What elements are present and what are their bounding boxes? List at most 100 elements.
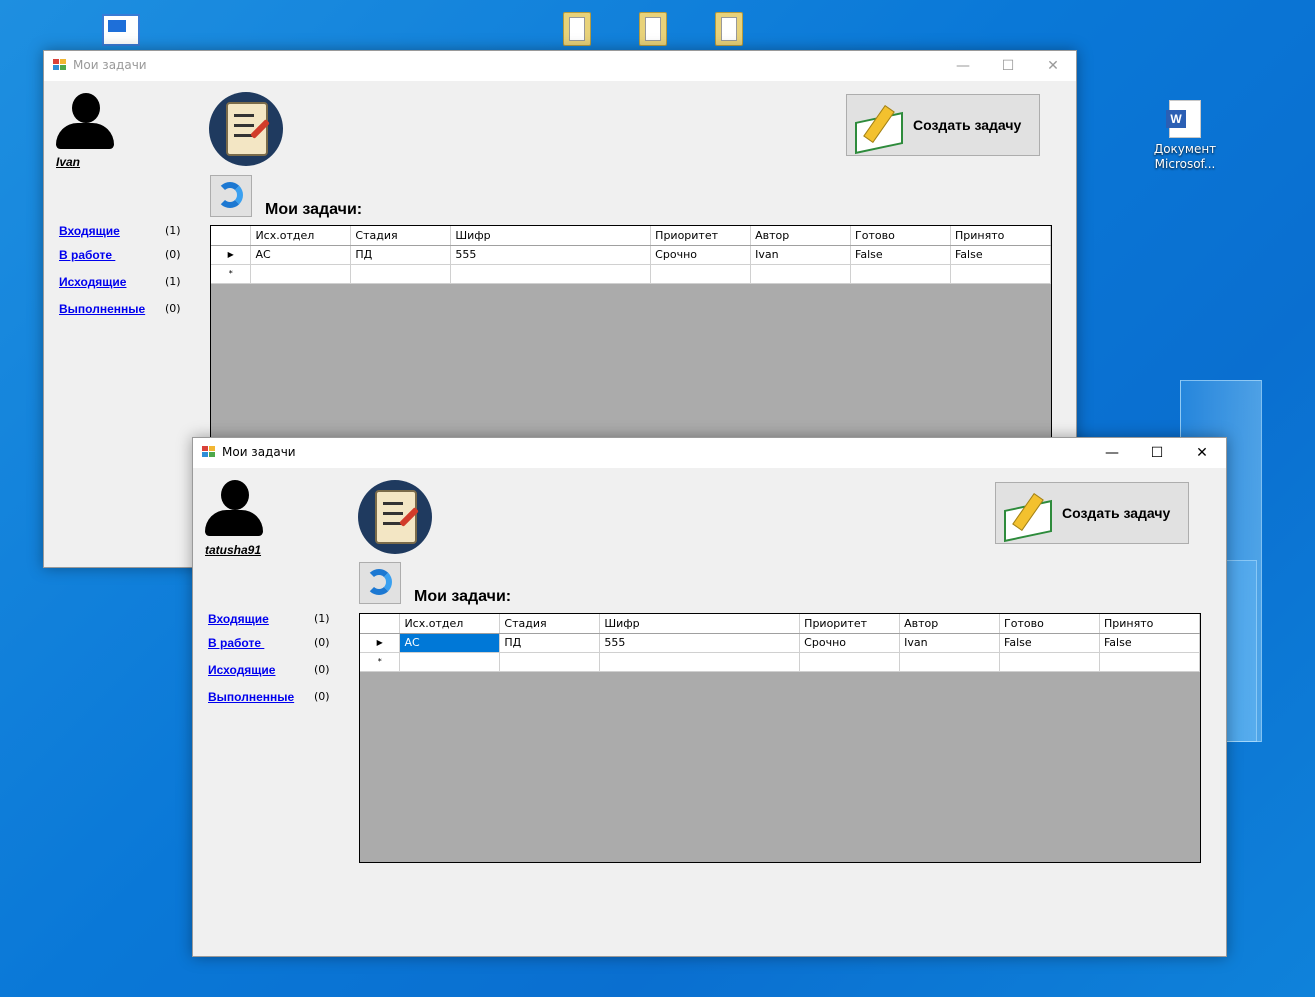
folder-icon[interactable] [563, 12, 591, 46]
create-task-label: Создать задачу [913, 117, 1022, 133]
grid-corner-header[interactable] [211, 226, 252, 246]
column-header[interactable]: Приоритет [650, 226, 752, 246]
grid-cell[interactable]: ПД [499, 633, 601, 653]
title-bar[interactable]: Мои задачи — ☐ ✕ [44, 51, 1076, 81]
grid-cell[interactable]: Ivan [750, 245, 852, 265]
title-bar[interactable]: Мои задачи — ☐ ✕ [193, 438, 1226, 468]
grid-cell[interactable] [399, 652, 501, 672]
grid-cell[interactable] [450, 264, 652, 284]
grid-cell[interactable] [499, 652, 601, 672]
table-row[interactable]: ▶ АС ПД 555 Срочно Ivan False False [360, 633, 1200, 653]
grid-cell[interactable]: False [850, 245, 951, 265]
grid-cell[interactable] [599, 652, 801, 672]
grid-cell[interactable]: False [1099, 633, 1200, 653]
grid-cell[interactable]: 555 [450, 245, 652, 265]
column-header[interactable]: Автор [899, 614, 1001, 634]
grid-cell[interactable] [650, 264, 752, 284]
grid-cell[interactable] [750, 264, 852, 284]
column-header[interactable]: Стадия [499, 614, 601, 634]
create-task-label: Создать задачу [1062, 505, 1171, 521]
column-header[interactable]: Исх.отдел [399, 614, 501, 634]
grid-cell[interactable] [899, 652, 1001, 672]
nav-link-incoming[interactable]: Входящие [208, 612, 269, 626]
nav-link-completed[interactable]: Выполненные [59, 302, 145, 316]
refresh-button[interactable] [210, 175, 252, 217]
new-row[interactable]: * [211, 264, 1051, 284]
grid-cell[interactable] [1099, 652, 1200, 672]
row-header-new-icon[interactable]: * [360, 652, 401, 672]
grid-cell[interactable] [250, 264, 352, 284]
grid-cell[interactable]: Срочно [650, 245, 752, 265]
grid-cell-selected[interactable]: АС [399, 633, 501, 653]
close-button[interactable]: ✕ [1179, 438, 1225, 468]
folder-icon[interactable] [639, 12, 667, 46]
section-title: Мои задачи: [265, 201, 363, 218]
nav-count-incoming: (1) [314, 612, 330, 625]
nav-count-outgoing: (0) [314, 663, 330, 676]
grid-cell[interactable] [950, 264, 1051, 284]
username-label[interactable]: Ivan [56, 155, 80, 169]
refresh-icon [217, 182, 243, 208]
word-doc-icon: W [1166, 100, 1201, 138]
grid-cell[interactable]: 555 [599, 633, 801, 653]
user-avatar-icon [205, 480, 263, 538]
nav-link-outgoing[interactable]: Исходящие [59, 275, 126, 289]
user-avatar-icon [56, 93, 114, 151]
grid-cell[interactable] [999, 652, 1100, 672]
username-label[interactable]: tatusha91 [205, 543, 261, 557]
desktop-wallpaper-light-2 [1225, 560, 1257, 742]
grid-cell[interactable]: Ivan [899, 633, 1001, 653]
folder-icon[interactable] [715, 12, 743, 46]
nav-count-outgoing: (1) [165, 275, 181, 288]
row-header-current-icon[interactable]: ▶ [360, 633, 401, 653]
grid-cell[interactable] [799, 652, 901, 672]
nav-count-completed: (0) [165, 302, 181, 315]
grid-cell[interactable]: ПД [350, 245, 452, 265]
tasks-grid[interactable]: Исх.отдел Стадия Шифр Приоритет Автор Го… [359, 613, 1201, 863]
word-doc-shortcut[interactable]: W Документ Microsof... [1152, 100, 1218, 172]
nav-link-completed[interactable]: Выполненные [208, 690, 294, 704]
nav-link-in-progress[interactable]: В работе [208, 636, 264, 650]
window-front[interactable]: Мои задачи — ☐ ✕ tatusha91 Входящие (1) … [192, 437, 1227, 957]
nav-link-in-progress[interactable]: В работе [59, 248, 115, 262]
nav-link-outgoing[interactable]: Исходящие [208, 663, 275, 677]
maximize-button[interactable]: ☐ [985, 51, 1031, 81]
grid-cell[interactable]: АС [250, 245, 352, 265]
new-row[interactable]: * [360, 652, 1200, 672]
refresh-button[interactable] [359, 562, 401, 604]
grid-cell[interactable]: False [999, 633, 1100, 653]
column-header[interactable]: Готово [850, 226, 951, 246]
row-header-current-icon[interactable]: ▶ [211, 245, 252, 265]
nav-count-in-progress: (0) [165, 248, 181, 261]
create-task-button[interactable]: Создать задачу [995, 482, 1189, 544]
row-header-new-icon[interactable]: * [211, 264, 252, 284]
grid-cell[interactable] [850, 264, 951, 284]
column-header[interactable]: Принято [1099, 614, 1200, 634]
column-header[interactable]: Приоритет [799, 614, 901, 634]
minimize-button[interactable]: — [940, 51, 986, 81]
column-header[interactable]: Автор [750, 226, 852, 246]
column-header[interactable]: Стадия [350, 226, 452, 246]
maximize-button[interactable]: ☐ [1134, 438, 1180, 468]
grid-cell[interactable] [350, 264, 452, 284]
close-button[interactable]: ✕ [1030, 51, 1076, 81]
nav-count-incoming: (1) [165, 224, 181, 237]
nav-link-incoming[interactable]: Входящие [59, 224, 120, 238]
column-header[interactable]: Готово [999, 614, 1100, 634]
task-scroll-logo-icon [358, 480, 432, 554]
column-header[interactable]: Принято [950, 226, 1051, 246]
window-title: Мои задачи [222, 445, 296, 459]
create-task-book-icon [1002, 491, 1052, 543]
minimize-button[interactable]: — [1089, 438, 1135, 468]
create-task-button[interactable]: Создать задачу [846, 94, 1040, 156]
column-header[interactable]: Шифр [450, 226, 652, 246]
grid-cell[interactable]: Срочно [799, 633, 901, 653]
nav-count-in-progress: (0) [314, 636, 330, 649]
column-header[interactable]: Шифр [599, 614, 801, 634]
column-header[interactable]: Исх.отдел [250, 226, 352, 246]
grid-header-row: Исх.отдел Стадия Шифр Приоритет Автор Го… [211, 226, 1051, 246]
this-pc-icon[interactable] [102, 14, 140, 46]
grid-cell[interactable]: False [950, 245, 1051, 265]
grid-corner-header[interactable] [360, 614, 401, 634]
table-row[interactable]: ▶ АС ПД 555 Срочно Ivan False False [211, 245, 1051, 265]
